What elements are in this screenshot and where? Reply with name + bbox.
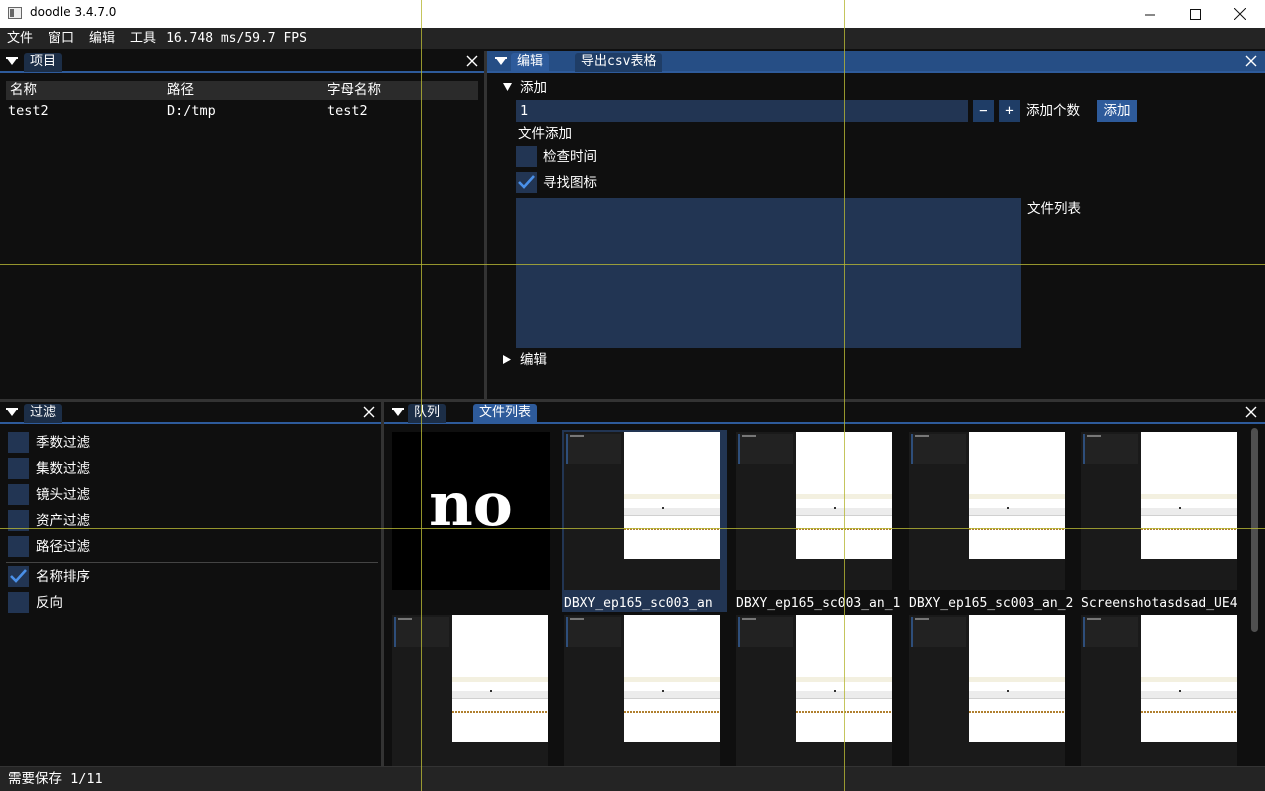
tab-queue[interactable]: 队列 bbox=[408, 404, 447, 423]
column-name[interactable]: 名称 bbox=[10, 81, 37, 99]
close-icon[interactable] bbox=[363, 406, 375, 418]
filter-tabbar: 过滤 bbox=[0, 402, 381, 424]
row-letter-name: test2 bbox=[327, 103, 368, 119]
close-icon[interactable] bbox=[466, 55, 478, 67]
name-sort-checkbox[interactable] bbox=[8, 566, 29, 587]
project-panel: 项目 名称 路径 字母名称 test2 D:/tmp test2 bbox=[0, 51, 484, 399]
check-time-label: 检查时间 bbox=[543, 149, 597, 165]
path-filter-label: 路径过滤 bbox=[36, 539, 90, 555]
panel-menu-icon[interactable] bbox=[392, 408, 404, 418]
column-letter-name[interactable]: 字母名称 bbox=[327, 81, 381, 99]
checkmark-icon bbox=[518, 175, 535, 189]
name-sort-label: 名称排序 bbox=[36, 569, 90, 585]
count-input[interactable]: 1 bbox=[516, 100, 968, 122]
title-bar: doodle 3.4.7.0 bbox=[0, 0, 1265, 28]
column-path[interactable]: 路径 bbox=[167, 81, 194, 99]
status-bar: 需要保存 1/11 bbox=[0, 766, 1265, 791]
expanded-arrow-icon[interactable] bbox=[503, 83, 512, 91]
file-thumbnail[interactable] bbox=[736, 432, 892, 590]
row-name: test2 bbox=[8, 103, 49, 119]
file-add-label: 文件添加 bbox=[518, 126, 572, 142]
file-label[interactable]: DBXY_ep165_sc003_an_1 bbox=[736, 596, 902, 612]
check-time-checkbox[interactable] bbox=[516, 146, 537, 167]
maximize-button[interactable] bbox=[1172, 0, 1218, 28]
close-icon[interactable] bbox=[1245, 55, 1257, 67]
file-label[interactable]: DBXY_ep165_sc003_an_2 bbox=[909, 596, 1075, 612]
reverse-checkbox[interactable] bbox=[8, 592, 29, 613]
file-thumbnail[interactable]: no bbox=[392, 432, 550, 590]
window-title: doodle 3.4.7.0 bbox=[30, 5, 117, 19]
scrollbar-track[interactable] bbox=[1250, 426, 1260, 766]
close-icon[interactable] bbox=[1245, 406, 1257, 418]
separator bbox=[6, 562, 378, 563]
file-list-box[interactable] bbox=[516, 198, 1021, 348]
file-thumbnail[interactable] bbox=[736, 615, 892, 766]
guide-line bbox=[0, 264, 1265, 265]
find-icon-label: 寻找图标 bbox=[543, 175, 597, 191]
tab-filter[interactable]: 过滤 bbox=[24, 404, 63, 423]
fps-readout: 16.748 ms/59.7 FPS bbox=[166, 31, 307, 46]
file-label[interactable]: DBXY_ep165_sc003_an bbox=[564, 596, 724, 612]
file-thumbnail[interactable] bbox=[1081, 615, 1237, 766]
row-path: D:/tmp bbox=[167, 103, 216, 119]
add-button[interactable]: 添加 bbox=[1097, 100, 1137, 122]
table-header: 名称 路径 字母名称 bbox=[6, 81, 478, 100]
scrollbar-thumb[interactable] bbox=[1251, 428, 1258, 632]
menu-edit[interactable]: 编辑 bbox=[82, 28, 123, 49]
panel-menu-icon[interactable] bbox=[6, 57, 18, 67]
increment-button[interactable]: + bbox=[999, 100, 1020, 122]
project-tabbar: 项目 bbox=[0, 51, 484, 73]
tab-project[interactable]: 项目 bbox=[24, 53, 63, 72]
guide-line bbox=[844, 0, 845, 791]
edit-section-header[interactable]: 编辑 bbox=[520, 351, 547, 369]
menu-tools[interactable]: 工具 bbox=[123, 28, 164, 49]
file-thumbnail[interactable] bbox=[909, 615, 1065, 766]
season-filter-label: 季数过滤 bbox=[36, 435, 90, 451]
tab-file-list[interactable]: 文件列表 bbox=[473, 404, 538, 423]
panel-menu-icon[interactable] bbox=[6, 408, 18, 418]
table-row[interactable]: test2 D:/tmp test2 bbox=[6, 101, 478, 120]
menu-bar: 文件 窗口 编辑 工具 16.748 ms/59.7 FPS bbox=[0, 28, 1265, 49]
app-icon bbox=[8, 7, 22, 19]
minimize-button[interactable] bbox=[1127, 0, 1173, 28]
file-thumbnail[interactable] bbox=[392, 615, 548, 766]
tab-export-csv[interactable]: 导出csv表格 bbox=[575, 53, 663, 72]
tab-edit[interactable]: 编辑 bbox=[511, 53, 550, 72]
season-filter-checkbox[interactable] bbox=[8, 432, 29, 453]
find-icon-checkbox[interactable] bbox=[516, 172, 537, 193]
filter-panel: 过滤 季数过滤 集数过滤 镜头过滤 资产过滤 路径过滤 名称排序 反向 bbox=[0, 402, 381, 766]
edit-panel: 编辑 导出csv表格 添加 1 − + 添加个数 添加 文件添加 检查时间 寻找… bbox=[487, 51, 1265, 399]
file-thumbnail[interactable] bbox=[909, 432, 1065, 590]
episode-filter-checkbox[interactable] bbox=[8, 458, 29, 479]
shot-filter-checkbox[interactable] bbox=[8, 484, 29, 505]
panel-menu-icon[interactable] bbox=[495, 57, 507, 67]
menu-window[interactable]: 窗口 bbox=[41, 28, 82, 49]
reverse-label: 反向 bbox=[36, 595, 63, 611]
collapsed-arrow-icon[interactable] bbox=[503, 355, 511, 364]
menu-file[interactable]: 文件 bbox=[0, 28, 41, 49]
close-icon bbox=[1234, 8, 1246, 20]
add-section-header[interactable]: 添加 bbox=[520, 79, 547, 97]
path-filter-checkbox[interactable] bbox=[8, 536, 29, 557]
file-panel: 队列 文件列表 no DBXY_ep165_sc003_an DBXY_ep16… bbox=[384, 402, 1265, 766]
guide-line bbox=[421, 0, 422, 791]
close-window-button[interactable] bbox=[1217, 0, 1263, 28]
shot-filter-label: 镜头过滤 bbox=[36, 487, 90, 503]
count-label: 添加个数 bbox=[1026, 103, 1080, 119]
file-list-label: 文件列表 bbox=[1027, 201, 1081, 217]
decrement-button[interactable]: − bbox=[973, 100, 994, 122]
no-image-text: no bbox=[429, 470, 513, 540]
minimize-icon bbox=[1144, 14, 1155, 15]
file-label[interactable]: Screenshotasdsad_UE4 bbox=[1081, 596, 1241, 612]
guide-line bbox=[0, 528, 1265, 529]
file-thumbnail[interactable] bbox=[564, 432, 720, 590]
file-thumbnail[interactable] bbox=[564, 615, 720, 766]
file-thumbnail[interactable] bbox=[1081, 432, 1237, 590]
edit-tabbar: 编辑 导出csv表格 bbox=[487, 51, 1265, 73]
status-text: 需要保存 1/11 bbox=[8, 771, 103, 787]
checkmark-icon bbox=[10, 569, 27, 583]
episode-filter-label: 集数过滤 bbox=[36, 461, 90, 477]
file-tabbar: 队列 文件列表 bbox=[384, 402, 1265, 424]
maximize-icon bbox=[1189, 8, 1201, 20]
